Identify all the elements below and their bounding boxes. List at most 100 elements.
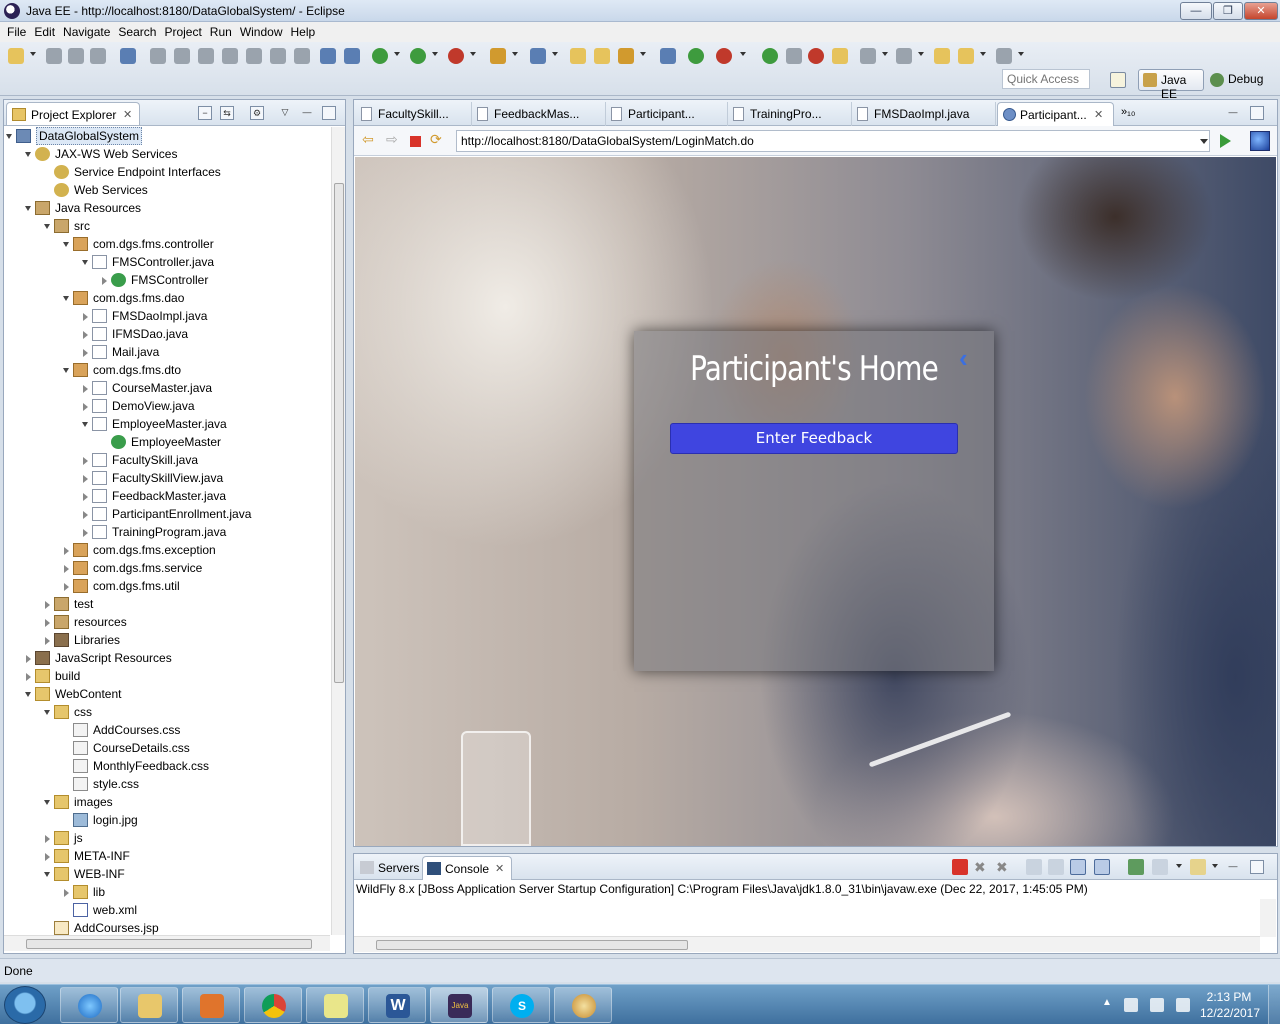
explorer-horizontal-scrollbar[interactable] [4,935,330,951]
collapsed-twistie-icon[interactable] [83,313,88,321]
search-dropdown-icon[interactable] [640,52,646,56]
toggle-mark-icon[interactable] [344,48,360,64]
expanded-twistie-icon[interactable] [82,422,88,427]
taskbar-app[interactable] [120,987,178,1023]
debug-icon[interactable] [372,48,388,64]
save-icon[interactable] [46,48,62,64]
new-class-icon[interactable] [530,48,546,64]
more-tabs-button[interactable]: »₁₀ [1121,106,1135,118]
expanded-twistie-icon[interactable] [25,692,31,697]
open-task-icon[interactable] [594,48,610,64]
step-return-icon[interactable] [294,48,310,64]
show-stdout-icon[interactable] [1070,859,1086,875]
disconnect-icon[interactable] [222,48,238,64]
expanded-twistie-icon[interactable] [25,206,31,211]
go-button-icon[interactable] [1220,134,1231,148]
external-tools-icon[interactable] [448,48,464,64]
stop-icon[interactable] [808,48,824,64]
tree-item[interactable]: WebContent [4,685,330,703]
back-chevron-icon[interactable]: ‹ [959,343,968,374]
expanded-twistie-icon[interactable] [44,872,50,877]
tree-item[interactable]: com.dgs.fms.dao [4,289,330,307]
debug-dropdown-icon[interactable] [394,52,400,56]
stop-server-icon[interactable] [716,48,732,64]
menu-project[interactable]: Project [164,25,201,39]
tree-item[interactable]: IFMSDao.java [4,325,330,343]
tree-item[interactable]: resources [4,613,330,631]
collapsed-twistie-icon[interactable] [64,565,69,573]
view-menu-icon[interactable]: ▽ [278,106,292,120]
perspective-debug-button[interactable]: Debug [1210,72,1263,87]
tree-item[interactable]: TrainingProgram.java [4,523,330,541]
tree-item[interactable]: Web Services [4,181,330,199]
tree-item[interactable]: FacultySkill.java [4,451,330,469]
tree-item[interactable]: WEB-INF [4,865,330,883]
save-all-icon[interactable] [68,48,84,64]
url-field[interactable] [456,130,1210,152]
collapsed-twistie-icon[interactable] [64,547,69,555]
tree-item[interactable]: ParticipantEnrollment.java [4,505,330,523]
back-icon[interactable] [958,48,974,64]
editor-tab[interactable]: Participant... [606,102,728,126]
explorer-vertical-scrollbar[interactable] [331,127,345,935]
tree-item[interactable]: FeedbackMaster.java [4,487,330,505]
tree-item[interactable]: JavaScript Resources [4,649,330,667]
editor-tab[interactable]: TrainingPro... [728,102,852,126]
taskbar-app[interactable] [244,987,302,1023]
perspective-javaee-button[interactable]: Java EE [1138,69,1204,101]
collapsed-twistie-icon[interactable] [83,511,88,519]
minimize-editor-icon[interactable]: — [1226,106,1240,120]
taskbar-app[interactable]: S [492,987,550,1023]
collapsed-twistie-icon[interactable] [83,457,88,465]
start-button[interactable] [4,986,46,1024]
console-vertical-scrollbar[interactable] [1260,899,1276,937]
minimize-view-icon[interactable]: — [300,106,314,120]
maximize-button[interactable]: ❐ [1213,2,1243,20]
expanded-twistie-icon[interactable] [6,134,12,139]
scroll-lock-icon[interactable] [1048,859,1064,875]
scrollbar-thumb[interactable] [26,939,312,949]
last-edit-icon[interactable] [934,48,950,64]
collapsed-twistie-icon[interactable] [45,619,50,627]
tree-item[interactable]: Service Endpoint Interfaces [4,163,330,181]
menu-window[interactable]: Window [240,25,283,39]
tree-item[interactable]: DemoView.java [4,397,330,415]
prev-annotation-icon[interactable] [896,48,912,64]
close-button[interactable]: ✕ [1244,2,1278,20]
taskbar-app[interactable] [60,987,118,1023]
run-dropdown-icon[interactable] [432,52,438,56]
expanded-twistie-icon[interactable] [44,224,50,229]
remove-launch-icon[interactable]: ✖ [974,859,990,875]
tree-item[interactable]: AddCourses.jsp [4,919,330,936]
tree-item[interactable]: css [4,703,330,721]
editor-tab[interactable]: FeedbackMas... [472,102,606,126]
maximize-console-icon[interactable] [1250,860,1264,874]
forward-arrow-icon[interactable]: ⇨ [386,131,400,147]
tree-item[interactable]: Libraries [4,631,330,649]
collapsed-twistie-icon[interactable] [102,277,107,285]
wand-icon[interactable] [120,48,136,64]
collapsed-twistie-icon[interactable] [83,475,88,483]
external-tools-dropdown-icon[interactable] [470,52,476,56]
menu-file[interactable]: File [7,25,26,39]
scrollbar-thumb[interactable] [376,940,688,950]
clear-console-icon[interactable] [1026,859,1042,875]
taskbar-app[interactable] [554,987,612,1023]
server-run-dropdown-icon[interactable] [740,52,746,56]
tree-item[interactable]: com.dgs.fms.controller [4,235,330,253]
tree-item[interactable]: Java Resources [4,199,330,217]
refresh-icon[interactable]: ⟳ [430,131,444,147]
tree-item[interactable]: JAX-WS Web Services [4,145,330,163]
tree-item[interactable]: Mail.java [4,343,330,361]
collapsed-twistie-icon[interactable] [83,331,88,339]
search-tool-icon[interactable] [618,48,634,64]
collapsed-twistie-icon[interactable] [83,493,88,501]
open-console-dropdown-icon[interactable] [1212,864,1218,868]
hand-icon[interactable] [832,48,848,64]
prev-annotation-dropdown-icon[interactable] [918,52,924,56]
close-tab-icon[interactable]: ✕ [1094,108,1103,121]
expanded-twistie-icon[interactable] [25,152,31,157]
menu-edit[interactable]: Edit [34,25,55,39]
tree-item[interactable]: test [4,595,330,613]
tree-item[interactable]: AddCourses.css [4,721,330,739]
